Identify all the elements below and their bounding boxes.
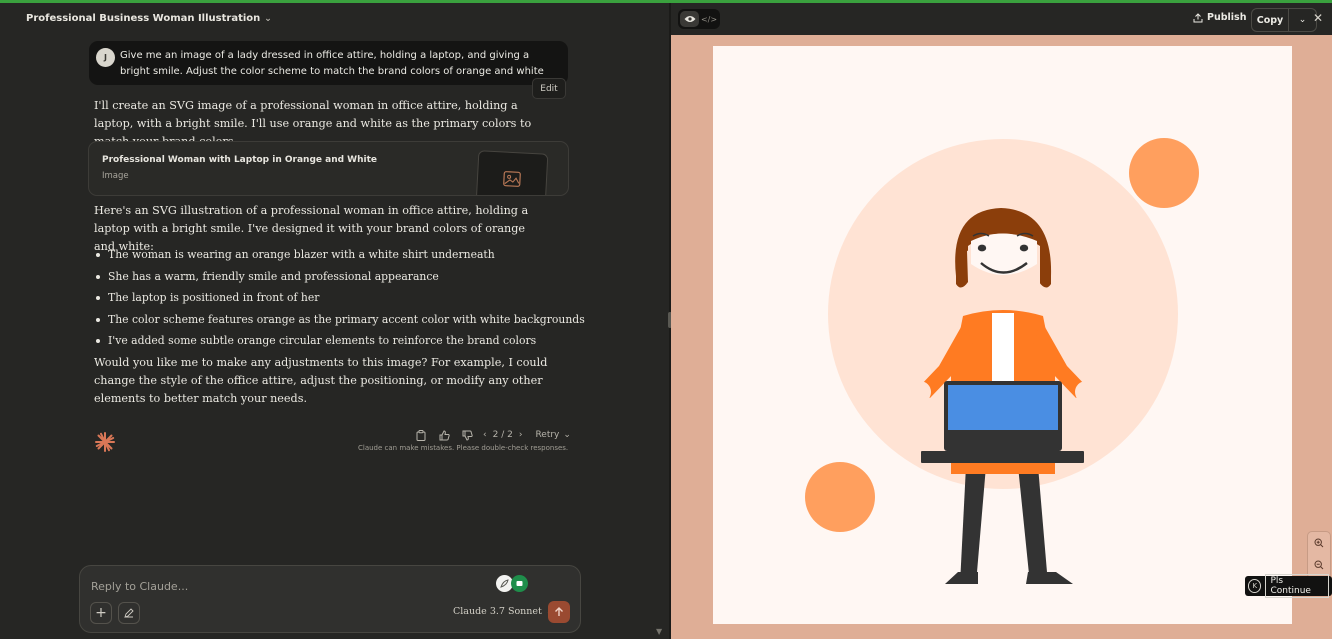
style-button[interactable]	[118, 602, 140, 624]
chat-pane: Professional Business Woman Illustration…	[0, 3, 669, 639]
extension-k-icon: K	[1248, 579, 1262, 593]
view-toggle: </>	[678, 9, 720, 29]
publish-label: Publish	[1207, 12, 1247, 23]
artifact-canvas	[671, 35, 1332, 639]
message-actions: ‹ 2 / 2 › Retry ⌄	[414, 427, 571, 443]
chevron-down-icon: ⌄	[1298, 15, 1307, 25]
artifact-thumbnail	[475, 150, 549, 195]
left-hand	[909, 381, 931, 403]
model-selector[interactable]: Claude 3.7 Sonnet ⌄	[453, 606, 554, 617]
reply-composer: + Claude 3.7 Sonnet ⌄	[79, 565, 581, 633]
publish-button[interactable]: Publish	[1193, 12, 1246, 23]
user-avatar: J	[96, 48, 115, 67]
chevron-left-icon[interactable]: ‹	[483, 430, 487, 440]
zoom-out-button[interactable]	[1308, 554, 1330, 576]
chevron-down-icon: ⌄	[264, 13, 272, 24]
chevron-down-icon: ⌄	[563, 430, 571, 440]
zoom-in-button[interactable]	[1308, 532, 1330, 554]
grammar-extension-icon[interactable]	[511, 575, 528, 592]
pager-count: 2 / 2	[492, 430, 513, 440]
zoom-out-icon	[1314, 560, 1324, 570]
list-item: The color scheme features orange as the …	[94, 311, 585, 333]
disclaimer: Claude can make mistakes. Please double-…	[358, 444, 569, 452]
close-icon: ✕	[1313, 11, 1324, 25]
right-hand	[1075, 381, 1097, 403]
preview-toggle[interactable]	[680, 11, 699, 27]
thumbs-down-icon[interactable]	[460, 428, 474, 442]
top-right-decor-circle	[1129, 138, 1199, 208]
right-eye	[1019, 244, 1029, 252]
extension-label: Pls Continue	[1265, 574, 1329, 598]
retry-button[interactable]: Retry ⌄	[535, 430, 571, 440]
pen-icon	[124, 608, 134, 618]
list-item: The laptop is positioned in front of her	[94, 289, 564, 311]
code-icon: </>	[700, 14, 718, 24]
copy-icon[interactable]	[414, 428, 428, 442]
chevron-right-icon[interactable]: ›	[519, 430, 523, 440]
laptop-display	[948, 385, 1058, 430]
retry-label: Retry	[535, 430, 560, 440]
thumbs-up-icon[interactable]	[437, 428, 451, 442]
extension-chip[interactable]: K Pls Continue	[1245, 574, 1332, 598]
model-name: Claude 3.7 Sonnet	[453, 606, 542, 617]
copy-button-group: Copy ⌄	[1251, 8, 1317, 32]
white-shirt	[992, 313, 1014, 388]
bottom-left-decor-circle	[805, 462, 875, 532]
eye-icon	[684, 16, 695, 22]
edit-message-button[interactable]: Edit	[532, 78, 566, 99]
zoom-controls	[1307, 531, 1331, 579]
plus-icon: +	[95, 605, 107, 621]
user-message: J Give me an image of a lady dressed in …	[89, 41, 568, 85]
feature-list: The woman is wearing an orange blazer wi…	[94, 246, 585, 354]
artifact-type: Image	[102, 171, 129, 181]
send-button[interactable]	[548, 601, 570, 623]
artifact-title: Professional Woman with Laptop in Orange…	[102, 155, 378, 165]
face-upper	[971, 233, 1037, 275]
reply-input[interactable]	[89, 574, 473, 598]
user-message-text: Give me an image of a lady dressed in of…	[120, 50, 544, 77]
code-toggle[interactable]: </>	[700, 11, 718, 27]
response-closing: Would you like me to make any adjustment…	[94, 356, 548, 405]
add-attachment-button[interactable]: +	[90, 602, 112, 624]
claude-logo	[94, 431, 116, 457]
zoom-in-icon	[1314, 538, 1324, 548]
left-eye	[977, 244, 987, 252]
scroll-down-icon[interactable]: ▼	[656, 627, 662, 636]
chat-title-dropdown[interactable]: Professional Business Woman Illustration…	[26, 13, 272, 24]
list-item: I've added some subtle orange circular e…	[94, 332, 564, 354]
response-pager: ‹ 2 / 2 ›	[483, 430, 522, 440]
extension-icons	[496, 575, 528, 592]
copy-button[interactable]: Copy	[1252, 9, 1289, 31]
copy-options-dropdown[interactable]: ⌄	[1289, 9, 1316, 31]
chat-title-text: Professional Business Woman Illustration	[26, 13, 261, 24]
claude-spark-icon	[95, 432, 115, 452]
illustration-svg	[713, 46, 1292, 624]
upload-icon	[1193, 12, 1203, 22]
desk-surface	[921, 451, 1084, 463]
list-item: The woman is wearing an orange blazer wi…	[94, 246, 564, 268]
image-icon	[503, 171, 521, 187]
close-artifact-button[interactable]: ✕	[1313, 11, 1323, 25]
artifact-pane: </> Publish Copy ⌄ ✕ K Pls Continue	[671, 3, 1332, 639]
arrow-up-icon	[555, 607, 563, 616]
list-item: She has a warm, friendly smile and profe…	[94, 268, 564, 290]
artifact-card[interactable]: Professional Woman with Laptop in Orange…	[88, 141, 569, 196]
